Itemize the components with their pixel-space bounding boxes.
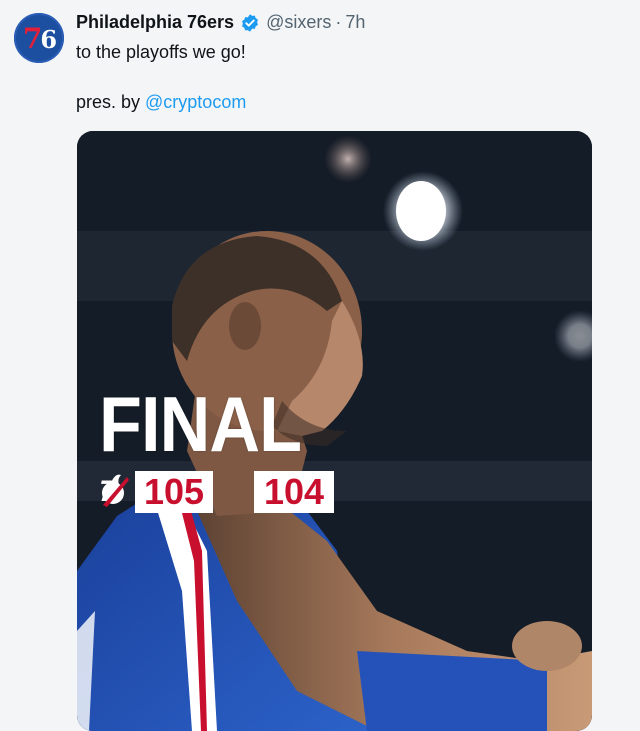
- tweet-card[interactable]: 76 Philadelphia 76ers @sixers · 7h to th…: [0, 0, 640, 731]
- tweet-media-image[interactable]: FINAL 7 105 104: [77, 131, 592, 731]
- display-name[interactable]: Philadelphia 76ers: [76, 12, 234, 33]
- final-label: FINAL: [99, 380, 302, 468]
- home-score: 105: [135, 471, 213, 513]
- heat-logo-icon: [102, 474, 129, 507]
- tweet-header: Philadelphia 76ers @sixers · 7h: [76, 12, 365, 33]
- user-handle[interactable]: @sixers: [266, 12, 331, 33]
- tweet-text: to the playoffs we go!: [76, 42, 246, 62]
- sponsor-prefix: pres. by: [76, 92, 146, 112]
- away-score: 104: [254, 471, 334, 513]
- sponsor-line: pres. by @cryptocom: [76, 92, 246, 113]
- separator-dot: ·: [335, 12, 342, 32]
- timestamp[interactable]: 7h: [345, 12, 365, 33]
- verified-badge-icon: [242, 13, 258, 32]
- avatar[interactable]: 76: [14, 13, 64, 63]
- sponsor-mention-link[interactable]: @cryptocom: [145, 92, 246, 112]
- sixers-logo-icon: 76: [22, 21, 57, 55]
